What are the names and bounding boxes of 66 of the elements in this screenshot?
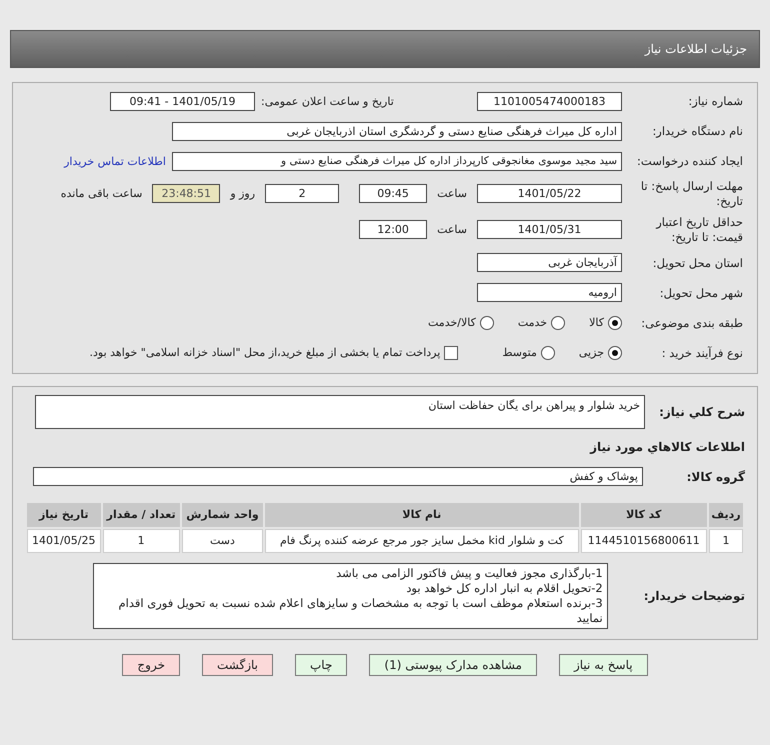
validity-time-field: 12:00 — [359, 220, 428, 240]
days-field: 2 — [265, 184, 340, 204]
radio-label: کالا/خدمت — [428, 316, 476, 330]
field-label: گروه کالا: — [686, 470, 745, 484]
action-button[interactable]: مشاهده مدارک پیوستی (1) — [369, 654, 537, 676]
remaining-label: ساعت باقی مانده — [60, 187, 144, 200]
checkbox[interactable] — [444, 346, 458, 360]
field-label: شهر محل تحویل: — [658, 286, 743, 300]
announce-date-field: 1401/05/19 - 09:41 — [110, 92, 255, 110]
table-cell: دست — [182, 528, 264, 553]
note-line: 2-تحویل اقلام به انبار اداره کل خواهد بود — [405, 580, 603, 596]
field-label: تاریخ و ساعت اعلان عمومی: — [261, 94, 395, 108]
radio-button[interactable] — [608, 316, 622, 330]
city-field: ارومیه — [477, 283, 622, 302]
province-field: آذربایجان غربی — [477, 253, 622, 272]
action-button[interactable]: خروج — [122, 654, 180, 676]
field-label: استان محل تحویل: — [652, 256, 743, 270]
checkbox-label: پرداخت تمام یا بخشی از مبلغ خرید،از محل "اسناد خزانه اسلامی" خواهد بود. — [90, 346, 440, 360]
goods-group-field: پوشاک و کفش — [33, 467, 643, 486]
action-button[interactable]: بازگشت — [202, 654, 273, 676]
field-label: نام دستگاه خریدار: — [651, 124, 743, 138]
page-title: جزئیات اطلاعات نیاز — [644, 42, 747, 56]
time-label: ساعت — [436, 223, 468, 236]
description-field: خرید شلوار و پیراهن برای یگان حفاظت استان — [35, 394, 646, 429]
column-header: واحد شمارش — [182, 502, 264, 527]
remaining-time-field: 23:48:51 — [152, 184, 220, 204]
radio-label: متوسط — [502, 346, 537, 360]
table-cell: 1 — [102, 528, 180, 553]
table-cell: کت و شلوار kid مخمل سایز جور مرجع عرضه کننده پرنگ فام — [265, 528, 579, 553]
field-label: طبقه بندی موضوعی: — [640, 316, 743, 330]
table-cell: 1144510156800611 — [580, 528, 707, 553]
section-title: اطلاعات کالاهاي مورد نياز — [590, 440, 745, 454]
radio-label: کالا — [589, 316, 604, 330]
column-header: نام کالا — [265, 502, 579, 527]
need-number-field: 1101005474000183 — [477, 92, 622, 110]
time-label: ساعت — [436, 187, 468, 200]
table-cell: 1401/05/25 — [27, 528, 100, 553]
validity-date-field: 1401/05/31 — [477, 220, 622, 240]
buyer-contact-link[interactable]: اطلاعات تماس خریدار — [64, 154, 166, 168]
note-line: 3-برنده استعلام موظف است با توجه به مشخصات و سایزهای اعلام شده نسبت به تحویل فوری اقدام نمایید — [118, 596, 603, 626]
column-header: ردیف — [708, 502, 743, 527]
deadline-date-field: 1401/05/22 — [477, 184, 622, 204]
field-label: نوع فرآیند خرید : — [660, 346, 743, 360]
requester-field: سید مجید موسوی مغانجوقی کارپرداز اداره کل میراث فرهنگی صنایع دستی و — [172, 152, 622, 170]
action-button[interactable]: چاپ — [295, 654, 348, 676]
table-cell: 1 — [708, 528, 743, 553]
field-label: شماره نیاز: — [687, 94, 743, 108]
days-label: روز و — [228, 187, 256, 200]
field-label: حداقل تاریخ اعتبار قیمت: تا تاریخ: — [654, 214, 743, 245]
buyer-org-field: اداره کل میراث فرهنگی صنایع دستی و گردشگری استان اذربایجان غربی — [172, 122, 622, 140]
field-label: مهلت ارسال پاسخ: تا تاریخ: — [640, 179, 743, 209]
action-button[interactable]: پاسخ به نیاز — [558, 654, 648, 676]
field-label: توضیحات خریدار: — [644, 588, 745, 603]
field-label: ایجاد کننده درخواست: — [636, 154, 743, 168]
column-header: کد کالا — [580, 502, 707, 527]
column-header: تاریخ نیاز — [27, 502, 100, 527]
radio-label: جزیی — [578, 346, 604, 360]
radio-label: خدمت — [518, 316, 548, 330]
note-line: 1-بارگذاری مجوز فعالیت و پیش فاکتور الزامی می باشد — [335, 566, 603, 581]
deadline-time-field: 09:45 — [359, 184, 428, 204]
radio-button[interactable] — [540, 346, 555, 360]
radio-button[interactable] — [608, 346, 622, 360]
field-label: شرح کلي نياز: — [659, 404, 745, 419]
radio-button[interactable] — [551, 316, 566, 330]
radio-button[interactable] — [480, 316, 494, 330]
column-header: تعداد / مقدار — [102, 502, 180, 527]
